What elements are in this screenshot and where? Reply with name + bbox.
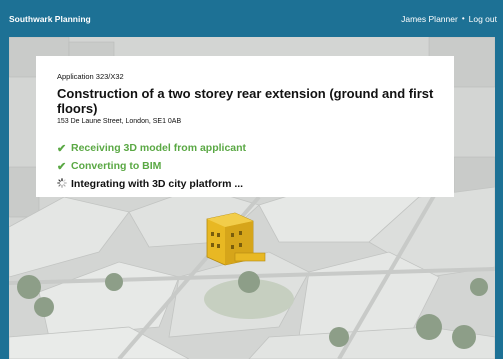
user-name[interactable]: James Planner	[401, 14, 458, 24]
step-label: Receiving 3D model from applicant	[71, 142, 247, 154]
top-bar: Southwark Planning James Planner • Log o…	[0, 0, 503, 37]
application-title: Construction of a two storey rear extens…	[57, 86, 434, 116]
application-address: 153 De Laune Street, London, SE1 0AB	[57, 118, 182, 125]
step-integrating-city: Integrating with 3D city platform ...	[57, 175, 454, 193]
check-icon: ✔	[57, 160, 67, 173]
step-receiving-model: ✔ Receiving 3D model from applicant	[57, 139, 454, 157]
step-label: Integrating with 3D city platform ...	[71, 178, 244, 190]
check-icon: ✔	[57, 142, 67, 155]
city-viewer[interactable]: Application 323/X32 Construction of a tw…	[9, 37, 495, 359]
logout-link[interactable]: Log out	[469, 14, 497, 24]
user-area: James Planner • Log out	[401, 14, 497, 24]
step-converting-bim: ✔ Converting to BIM	[57, 157, 454, 175]
step-label: Converting to BIM	[71, 160, 162, 172]
brand-title[interactable]: Southwark Planning	[9, 14, 91, 24]
application-reference: Application 323/X32	[57, 72, 124, 81]
progress-steps: ✔ Receiving 3D model from applicant ✔ Co…	[57, 139, 454, 193]
separator: •	[461, 14, 465, 23]
application-status-card: Application 323/X32 Construction of a tw…	[36, 56, 454, 197]
spinner-icon	[57, 177, 71, 191]
